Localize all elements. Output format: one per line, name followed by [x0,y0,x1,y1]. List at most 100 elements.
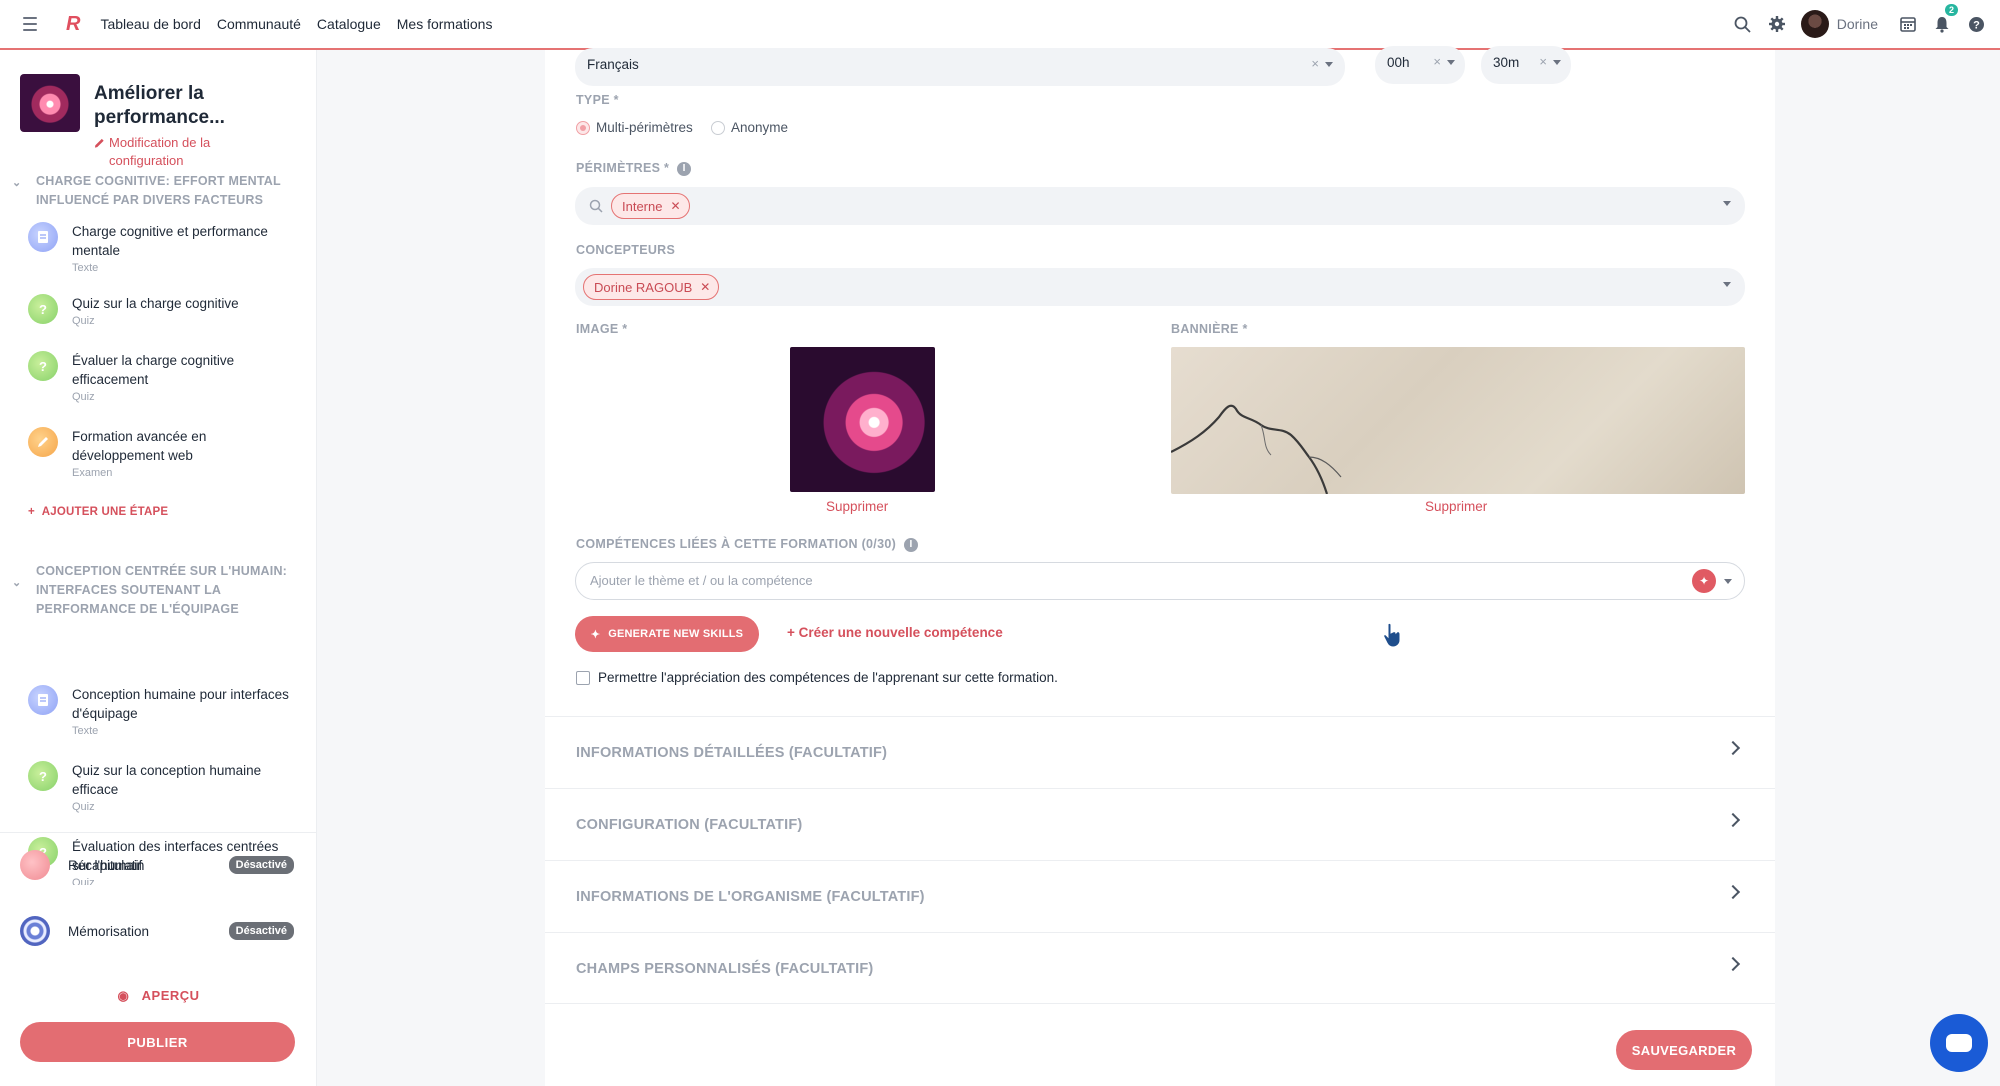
text-step-icon [28,685,58,715]
course-thumbnail [20,74,80,132]
accordion-label: INFORMATIONS DÉTAILLÉES (FACULTATIF) [576,745,888,761]
clear-icon[interactable]: × [1311,56,1319,71]
nav-catalogue[interactable]: Catalogue [317,16,381,32]
delete-image-link[interactable]: Supprimer [826,499,888,514]
step-title: Conception humaine pour interfaces d'équ… [72,687,289,721]
checkbox-label: Permettre l'appréciation des compétences… [598,670,1058,685]
chevron-right-icon [1725,956,1741,972]
type-label: TYPE * [576,93,619,107]
preview-button[interactable]: ◉ APERÇU [0,988,317,1004]
step-title: Quiz sur la conception humaine efficace [72,763,262,797]
course-settings-form: Français × 00h × 30m × TYPE * Multi-péri… [545,46,1775,1086]
language-value: Français [587,57,639,72]
delete-banner-link[interactable]: Supprimer [1425,499,1487,514]
radio-dot [576,120,590,135]
search-icon [589,199,603,213]
section-header-charge-cognitive[interactable]: ⌄ CHARGE COGNITIVE: EFFORT MENTAL INFLUE… [12,172,302,210]
create-skill-link[interactable]: + Créer une nouvelle compétence [787,625,1003,640]
nav-tableau-de-bord[interactable]: Tableau de bord [100,16,200,32]
info-icon[interactable]: i [904,537,919,552]
ai-sparkle-icon[interactable]: ✦ [1692,569,1716,593]
chevron-down-icon [1723,201,1731,206]
hours-value: 00h [1387,55,1410,70]
accordion-label: CONFIGURATION (FACULTATIF) [576,817,803,833]
chat-support-button[interactable] [1930,1014,1988,1072]
chip-label: Interne [622,198,663,214]
avatar[interactable] [1800,10,1829,38]
step-type: Examen [72,467,113,479]
language-select[interactable]: Français × [575,48,1345,86]
chevron-down-icon: ⌄ [12,577,22,589]
add-step-button[interactable]: + AJOUTER UNE ÉTAPE [28,506,168,518]
designers-select[interactable]: Dorine RAGOUB ✕ [575,268,1745,306]
accordion-detailed-info[interactable]: INFORMATIONS DÉTAILLÉES (FACULTATIF) [545,716,1775,788]
app-logo[interactable]: R [66,13,80,36]
plus-icon: + [28,506,42,518]
clear-icon[interactable]: × [1433,54,1441,69]
add-step-label: AJOUTER UNE ÉTAPE [41,506,169,518]
radio-label: Anonyme [731,120,789,135]
pencil-icon [94,138,104,148]
save-button[interactable]: SAUVEGARDER [1616,1030,1752,1070]
accordion-label: INFORMATIONS DE L'ORGANISME (FACULTATIF) [576,889,925,905]
accordion-custom-fields[interactable]: CHAMPS PERSONNALISÉS (FACULTATIF) [545,932,1775,1004]
step-type: Texte [72,725,99,737]
banner-label: BANNIÈRE * [1171,322,1248,336]
duration-hours-select[interactable]: 00h × [1375,46,1465,84]
designer-chip[interactable]: Dorine RAGOUB ✕ [583,274,720,300]
menu-icon[interactable] [23,17,45,31]
gear-icon[interactable] [1767,14,1787,34]
feature-recapitulatif[interactable]: Récapitulatif Désactivé [20,850,300,884]
info-icon[interactable]: i [677,161,692,176]
feature-memorisation[interactable]: Mémorisation Désactivé [20,916,300,950]
eye-icon: ◉ [117,988,142,1003]
radio-anonyme[interactable]: Anonyme [711,120,788,135]
chevron-right-icon [1725,740,1741,756]
calendar-icon[interactable] [1898,14,1918,34]
feature-label: Récapitulatif [68,858,143,873]
accordion-organization-info[interactable]: INFORMATIONS DE L'ORGANISME (FACULTATIF) [545,860,1775,932]
svg-text:?: ? [1973,19,1980,31]
step-type: Texte [72,262,99,274]
image-label: IMAGE * [576,322,628,336]
accordion-label: CHAMPS PERSONNALISÉS (FACULTATIF) [576,961,874,977]
minutes-value: 30m [1493,55,1520,70]
skills-search-input[interactable]: Ajouter le thème et / ou la compétence ✦ [575,562,1745,600]
allow-skill-rating-checkbox[interactable]: Permettre l'appréciation des compétences… [576,670,1058,685]
sparkle-icon: ✦ [590,628,601,641]
search-icon[interactable] [1733,14,1753,34]
status-badge: Désactivé [228,922,294,940]
help-icon[interactable]: ? [1966,14,1986,34]
perimeter-chip[interactable]: Interne ✕ [611,193,690,219]
generate-skills-button[interactable]: ✦ GENERATE NEW SKILLS [575,616,759,652]
duration-minutes-select[interactable]: 30m × [1481,46,1571,84]
chevron-down-icon [1553,60,1561,65]
top-bar: R Tableau de bord Communauté Catalogue M… [0,0,2000,50]
step-title: Quiz sur la charge cognitive [72,296,239,311]
accordion-configuration[interactable]: CONFIGURATION (FACULTATIF) [545,788,1775,860]
radio-multi-perimetres[interactable]: Multi-périmètres [576,120,693,135]
nav-communaute[interactable]: Communauté [217,16,301,32]
brain-icon [20,916,50,946]
remove-chip-icon[interactable]: ✕ [670,199,680,213]
radio-label: Multi-périmètres [596,120,693,135]
generate-skills-label: GENERATE NEW SKILLS [608,628,744,640]
bell-icon[interactable]: 2 [1932,4,1958,34]
chevron-right-icon [1725,884,1741,900]
banner-artwork [1171,404,1342,494]
user-name[interactable]: Dorine [1837,16,1878,32]
publish-button[interactable]: PUBLIER [20,1022,295,1062]
chevron-down-icon [1723,282,1731,287]
remove-chip-icon[interactable]: ✕ [700,280,710,294]
section-header-conception[interactable]: ⌄ CONCEPTION CENTRÉE SUR L'HUMAIN: INTER… [12,562,302,619]
nav-mes-formations[interactable]: Mes formations [397,16,493,32]
clear-icon[interactable]: × [1539,54,1547,69]
course-banner[interactable] [1171,347,1745,494]
course-header: Améliorer la performance... Modification… [20,74,300,168]
preview-label: APERÇU [141,988,200,1003]
perimeters-select[interactable]: Interne ✕ [575,187,1745,225]
course-image[interactable] [790,347,935,492]
step-type: Quiz [72,315,95,327]
edit-configuration-link[interactable]: Modification de la configuration [94,134,274,170]
step-type: Quiz [72,391,95,403]
